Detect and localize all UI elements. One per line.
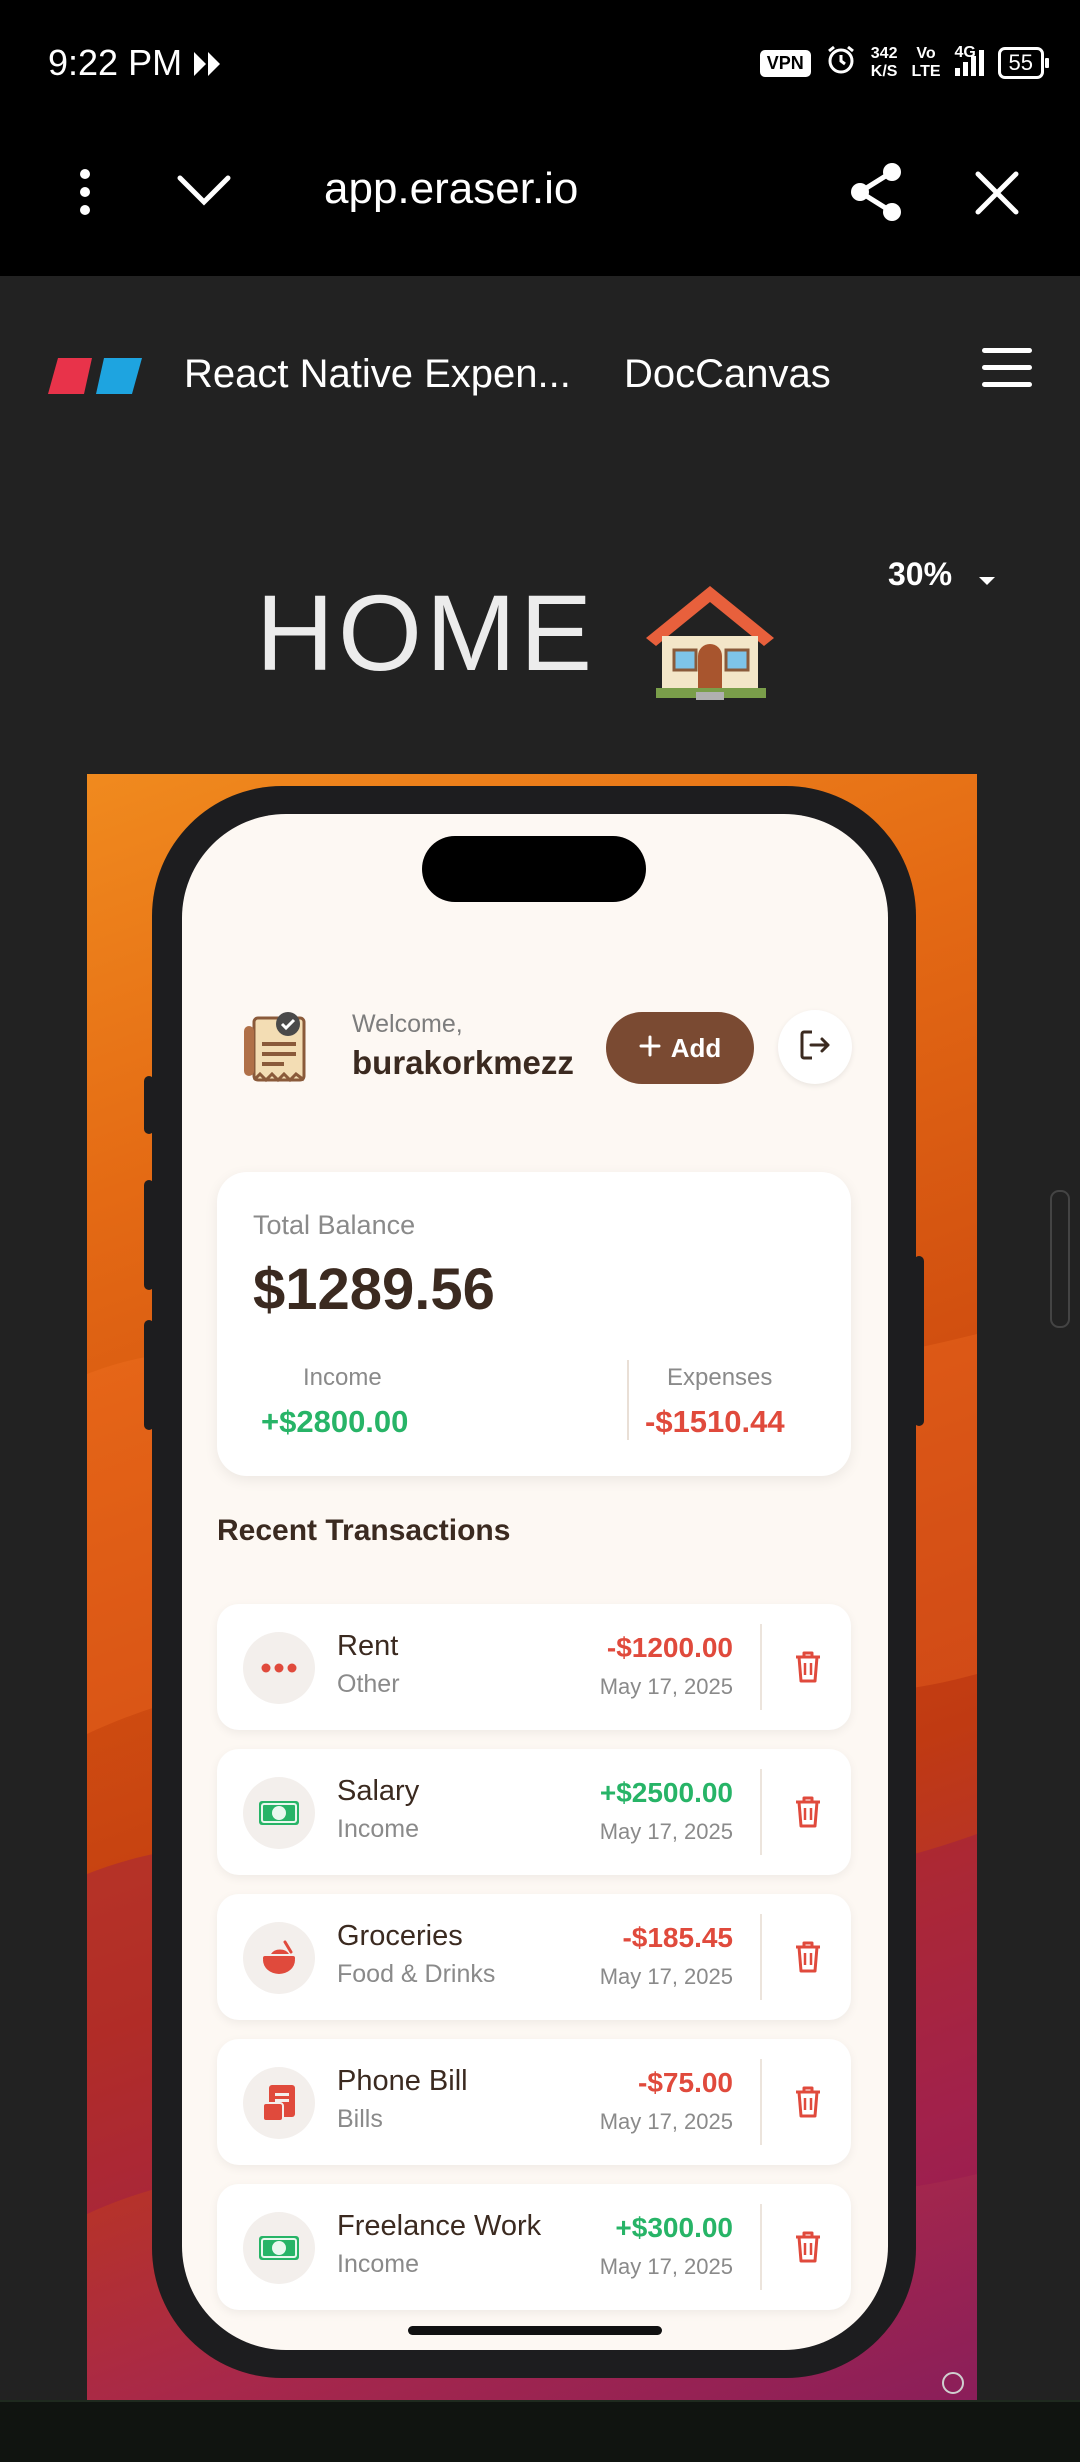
cash-icon <box>243 2212 315 2284</box>
transaction-amount: +$300.00 <box>615 2212 733 2243</box>
cash-icon <box>243 1777 315 1849</box>
transaction-category: Income <box>337 1815 419 1843</box>
more-dots-icon <box>243 1632 315 1704</box>
transaction-amount: +$2500.00 <box>599 1777 733 1808</box>
plus-icon <box>639 1033 661 1064</box>
transaction-category: Food & Drinks <box>337 1960 496 1988</box>
net-speed-value: 342 <box>870 45 898 62</box>
transaction-date: May 17, 2025 <box>599 1819 733 1844</box>
recent-transactions-title: Recent Transactions <box>217 1514 511 1547</box>
doccanvas-toggle[interactable]: DocCanvas <box>624 352 831 397</box>
url-bar[interactable]: app.eraser.io <box>324 164 578 214</box>
transaction-date: May 17, 2025 <box>599 1964 733 1989</box>
income-value: +$2800.00 <box>261 1404 409 1439</box>
add-button-label: Add <box>670 1032 722 1063</box>
transaction-category: Other <box>337 1670 400 1698</box>
username: burakorkmezz <box>352 1044 574 1081</box>
trash-icon[interactable] <box>783 2222 833 2272</box>
transaction-date: May 17, 2025 <box>599 2109 733 2134</box>
transaction-name: Freelance Work <box>337 2210 542 2242</box>
transaction-row[interactable]: Freelance Work Income +$300.00 May 17, 2… <box>217 2184 851 2310</box>
alarm-icon <box>825 44 857 82</box>
canvas-heading-text: HOME <box>256 572 596 693</box>
balance-divider <box>627 1360 629 1440</box>
transaction-name: Rent <box>337 1630 399 1662</box>
transaction-category: Bills <box>337 2105 383 2133</box>
trash-icon[interactable] <box>783 1642 833 1692</box>
transaction-separator <box>760 1624 762 1710</box>
trash-icon[interactable] <box>783 1787 833 1837</box>
transaction-amount: -$185.45 <box>622 1922 733 1953</box>
transaction-category: Income <box>337 2250 419 2278</box>
bill-icon <box>243 2067 315 2139</box>
more-vertical-icon[interactable] <box>70 166 100 218</box>
zoom-label: 30% <box>888 556 953 592</box>
volte-top: Vo <box>916 45 936 62</box>
transaction-date: May 17, 2025 <box>599 1674 733 1699</box>
chevron-down-icon[interactable] <box>174 172 234 213</box>
hamburger-menu-icon[interactable] <box>980 344 1034 397</box>
net-speed: 342 K/S <box>871 45 898 81</box>
transaction-name: Groceries <box>337 1920 463 1952</box>
balance-card: Total Balance $1289.56 Income +$2800.00 … <box>217 1172 851 1476</box>
logout-button[interactable] <box>778 1010 852 1084</box>
trash-icon[interactable] <box>783 2077 833 2127</box>
transaction-row[interactable]: Rent Other -$1200.00 May 17, 2025 <box>217 1604 851 1730</box>
vpn-indicator: VPN <box>759 49 811 77</box>
bottom-bar <box>0 2400 1080 2462</box>
scroll-indicator[interactable] <box>1050 1190 1070 1328</box>
transaction-separator <box>760 2204 762 2290</box>
expenses-value: -$1510.44 <box>645 1404 785 1439</box>
battery-indicator: 55 <box>997 47 1050 79</box>
total-balance-label: Total Balance <box>253 1210 416 1240</box>
status-icons: VPN 342 K/S Vo LTE 4G 55 <box>759 44 1050 82</box>
receipt-avatar-icon <box>238 1006 322 1095</box>
caret-down-icon <box>977 558 997 595</box>
welcome-label: Welcome, <box>352 1010 463 1038</box>
home-indicator <box>408 2326 662 2335</box>
total-balance-amount: $1289.56 <box>253 1257 495 1322</box>
canvas-handle <box>942 2372 964 2394</box>
food-icon <box>243 1922 315 1994</box>
add-transaction-button[interactable]: Add <box>606 1012 754 1084</box>
status-time: 9:22 PM <box>48 42 183 83</box>
trash-icon[interactable] <box>783 1932 833 1982</box>
fast-forward-icon <box>192 50 226 83</box>
transaction-separator <box>760 1914 762 2000</box>
transaction-date: May 17, 2025 <box>599 2254 733 2279</box>
house-emoji-icon <box>640 580 780 709</box>
transaction-row[interactable]: Phone Bill Bills -$75.00 May 17, 2025 <box>217 2039 851 2165</box>
signal-icon: 4G <box>954 44 984 76</box>
close-icon[interactable] <box>974 170 1020 221</box>
zoom-control[interactable]: 30% <box>888 556 997 595</box>
network-type: 4G <box>954 44 976 61</box>
transaction-row[interactable]: Salary Income +$2500.00 May 17, 2025 <box>217 1749 851 1875</box>
eraser-logo[interactable] <box>46 356 146 401</box>
income-label: Income <box>303 1364 382 1391</box>
transaction-separator <box>760 1769 762 1855</box>
canvas-heading: HOME <box>256 570 596 695</box>
expenses-label: Expenses <box>667 1364 773 1391</box>
dynamic-island <box>422 836 646 902</box>
document-title[interactable]: React Native Expen... <box>184 352 571 397</box>
share-icon[interactable] <box>846 160 906 229</box>
net-speed-unit: K/S <box>870 63 898 80</box>
transaction-name: Salary <box>337 1775 420 1807</box>
transaction-amount: -$1200.00 <box>606 1632 733 1663</box>
transaction-amount: -$75.00 <box>638 2067 733 2098</box>
transaction-row[interactable]: Groceries Food & Drinks -$185.45 May 17,… <box>217 1894 851 2020</box>
logout-icon <box>798 1028 832 1067</box>
transaction-separator <box>760 2059 762 2145</box>
volte-bottom: LTE <box>911 63 941 80</box>
transaction-name: Phone Bill <box>337 2065 468 2097</box>
volte-indicator: Vo LTE <box>911 45 940 81</box>
